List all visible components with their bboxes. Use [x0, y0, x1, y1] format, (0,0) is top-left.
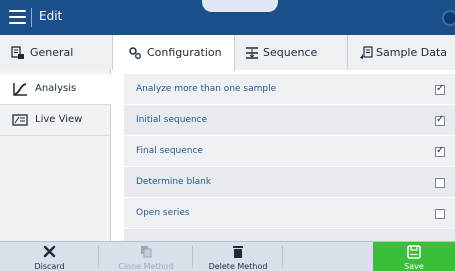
discard-button[interactable]: Discard	[0, 242, 99, 271]
analysis-curve-icon	[13, 83, 27, 96]
clone-method-button[interactable]: Clone Method	[99, 242, 193, 271]
live-view-icon	[12, 114, 28, 126]
checkbox[interactable]	[435, 178, 445, 188]
side-navigation: Analysis Live View	[0, 70, 111, 241]
checkbox[interactable]: ✓	[435, 145, 445, 157]
nav-item-label: Live View	[35, 114, 83, 125]
nav-item-analysis[interactable]: Analysis	[0, 74, 111, 105]
delete-method-button[interactable]: Delete Method	[193, 242, 283, 271]
tab-label: Sample Data	[376, 46, 448, 59]
setting-row-initial-sequence[interactable]: Initial sequence ✓	[124, 105, 455, 136]
discard-label: Discard	[34, 262, 65, 271]
save-button[interactable]: Save	[373, 242, 455, 271]
check-icon: ✓	[436, 83, 445, 94]
setting-row-determine-blank[interactable]: Determine blank	[124, 167, 455, 198]
close-icon	[43, 245, 56, 258]
setting-row-final-sequence[interactable]: Final sequence ✓	[124, 136, 455, 167]
setting-label: Initial sequence	[136, 115, 208, 125]
window-title: Edit	[39, 9, 63, 23]
status-icon[interactable]	[442, 10, 455, 26]
checkbox[interactable]: ✓	[435, 83, 445, 95]
setting-label: Final sequence	[136, 146, 203, 156]
check-icon: ✓	[436, 145, 445, 156]
tab-configuration[interactable]: Configuration	[113, 35, 235, 71]
clone-icon	[141, 246, 152, 258]
setting-label: Determine blank	[136, 177, 212, 187]
save-icon	[407, 245, 421, 259]
toolbar-divider	[282, 246, 283, 268]
setting-row-open-series[interactable]: Open series	[124, 198, 455, 229]
tab-label: Sequence	[263, 46, 318, 59]
title-bar: Edit	[0, 0, 455, 35]
tab-sample-data[interactable]: Sample Data	[348, 35, 455, 70]
tab-general[interactable]: General	[0, 35, 113, 70]
check-icon: ✓	[436, 114, 445, 125]
settings-list: Analyze more than one sample ✓ Initial s…	[111, 70, 455, 241]
tab-label: Configuration	[147, 46, 222, 59]
tab-sequence[interactable]: Sequence	[235, 35, 348, 70]
trash-icon	[233, 246, 243, 258]
delete-method-label: Delete Method	[208, 262, 268, 271]
tab-bar: General Configuration Sequence Sample Da…	[0, 35, 455, 71]
sequence-icon	[246, 47, 258, 59]
setting-row-analyze-more-than-one-sample[interactable]: Analyze more than one sample ✓	[124, 74, 455, 105]
bottom-toolbar: Discard Clone Method Delete Method Save	[0, 241, 455, 271]
clone-method-label: Clone Method	[118, 262, 174, 271]
setting-label: Analyze more than one sample	[136, 84, 277, 94]
checkbox[interactable]	[435, 209, 445, 219]
nav-item-live-view[interactable]: Live View	[0, 105, 111, 136]
nav-item-label: Analysis	[35, 83, 77, 94]
sample-data-icon	[360, 46, 373, 59]
tab-label: General	[30, 46, 74, 59]
setting-label: Open series	[136, 208, 190, 218]
title-separator	[31, 8, 32, 27]
general-icon	[11, 46, 24, 59]
checkbox[interactable]: ✓	[435, 114, 445, 126]
setting-row-partial[interactable]	[124, 229, 455, 241]
hamburger-menu-icon[interactable]	[9, 10, 26, 24]
gears-icon	[129, 47, 141, 59]
pull-down-handle[interactable]	[202, 0, 278, 12]
save-label: Save	[404, 262, 424, 271]
